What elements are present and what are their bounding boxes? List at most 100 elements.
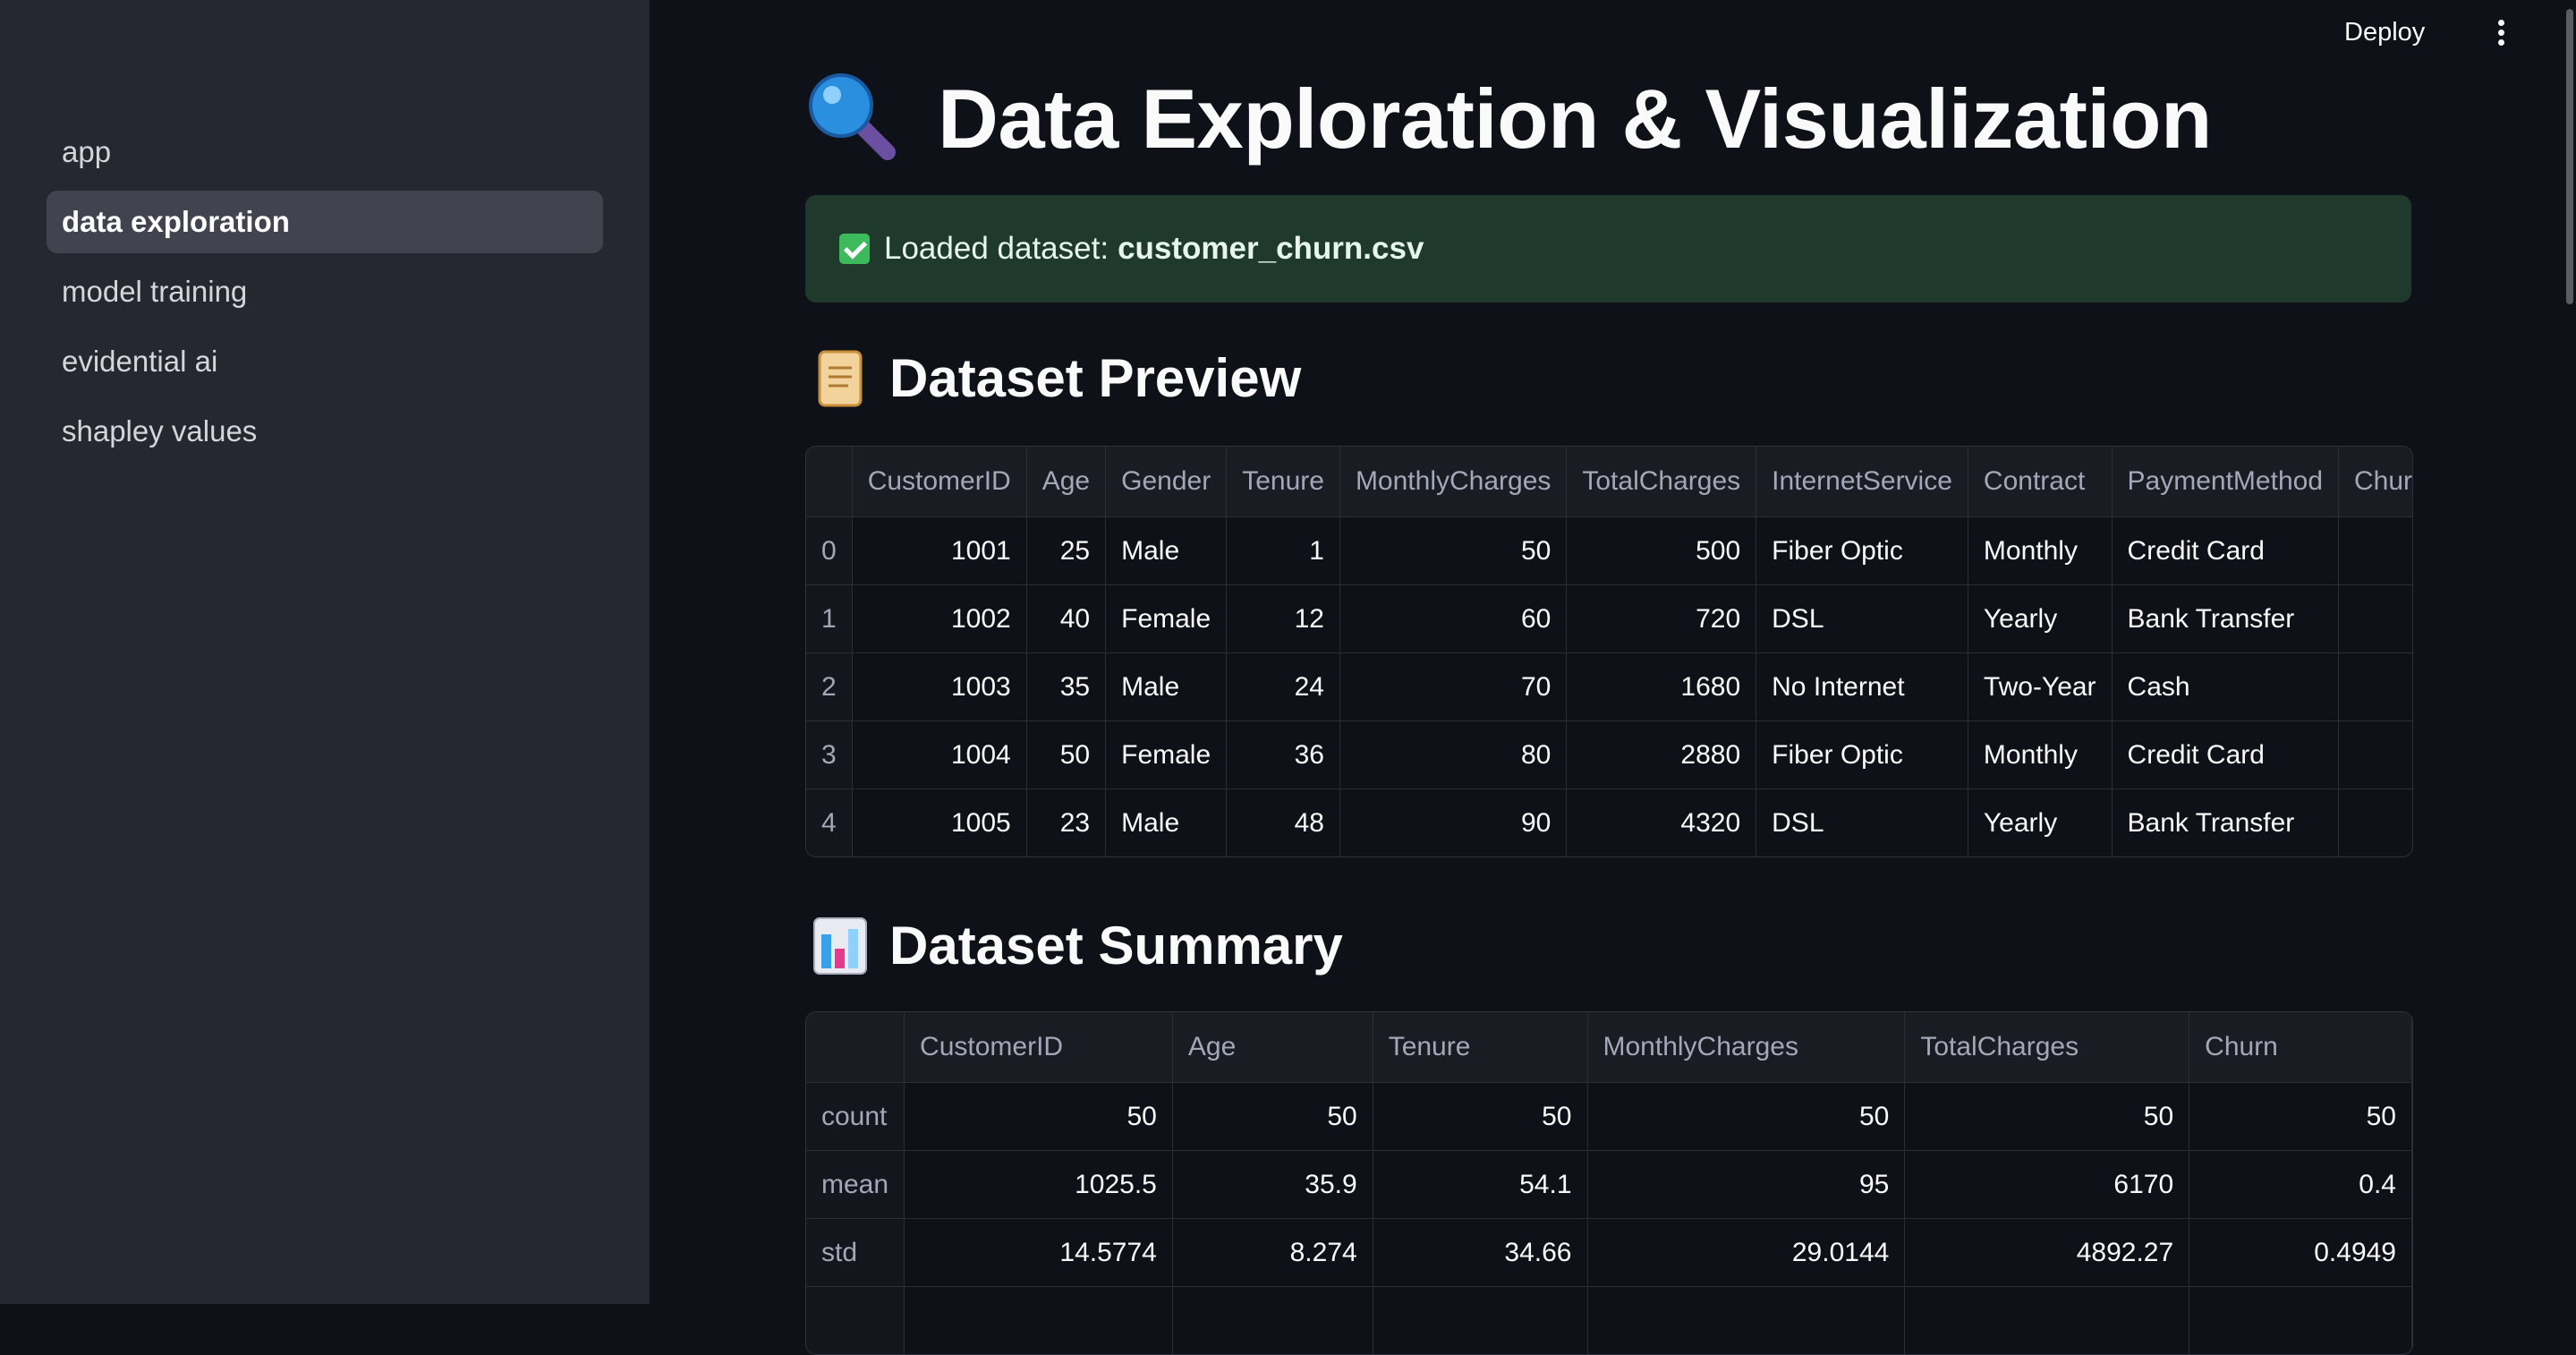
table-cell[interactable]: 2880 (1566, 720, 1757, 789)
table-cell[interactable] (1587, 1286, 1906, 1354)
table-cell[interactable]: 50 (1904, 1082, 2190, 1151)
column-header[interactable]: MonthlyCharges (1587, 1012, 1906, 1083)
sidebar-item-model-training[interactable]: model training (47, 260, 603, 323)
table-cell[interactable] (2189, 1286, 2412, 1354)
table-cell[interactable]: 40 (1026, 584, 1107, 653)
column-header[interactable]: Churn (2189, 1012, 2412, 1083)
table-cell[interactable]: Cash (2112, 652, 2340, 721)
table-cell[interactable]: 1004 (852, 720, 1027, 789)
table-cell[interactable]: 23 (1026, 788, 1107, 856)
table-cell[interactable] (1172, 1286, 1373, 1354)
summary-table[interactable]: CustomerID Age Tenure MonthlyCharges Tot… (805, 1011, 2413, 1355)
column-header[interactable] (806, 1012, 905, 1083)
table-cell[interactable]: 6170 (1904, 1150, 2190, 1219)
sidebar-item-evidential-ai[interactable]: evidential ai (47, 330, 603, 393)
table-cell[interactable]: 0.4949 (2189, 1218, 2412, 1287)
table-cell[interactable]: 4892.27 (1904, 1218, 2190, 1287)
table-cell[interactable]: 50 (1339, 516, 1568, 585)
sidebar-item-data-exploration[interactable]: data exploration (47, 191, 603, 253)
table-cell[interactable]: 1 (1226, 516, 1340, 585)
table-cell[interactable]: Credit Card (2112, 516, 2340, 585)
table-cell[interactable]: Credit Card (2112, 720, 2340, 789)
table-cell[interactable]: DSL (1756, 788, 1968, 856)
table-cell[interactable]: 29.0144 (1587, 1218, 1906, 1287)
table-cell[interactable]: Monthly (1968, 720, 2113, 789)
table-cell[interactable]: 80 (1339, 720, 1568, 789)
table-cell[interactable]: 50 (904, 1082, 1173, 1151)
column-header[interactable]: MonthlyCharges (1339, 447, 1568, 517)
table-cell[interactable]: 8.274 (1172, 1218, 1373, 1287)
table-cell[interactable]: Female (1105, 584, 1228, 653)
column-header[interactable]: PaymentMethod (2112, 447, 2340, 517)
table-cell[interactable] (904, 1286, 1173, 1354)
kebab-menu-icon[interactable] (2487, 14, 2514, 50)
table-cell[interactable]: 35 (1026, 652, 1107, 721)
table-cell[interactable]: 70 (1339, 652, 1568, 721)
table-cell[interactable]: 1025.5 (904, 1150, 1173, 1219)
table-cell[interactable]: 1002 (852, 584, 1027, 653)
table-cell[interactable]: Yearly (1968, 788, 2113, 856)
table-cell[interactable]: 50 (1373, 1082, 1588, 1151)
table-cell[interactable]: 50 (1026, 720, 1107, 789)
table-cell[interactable]: Female (1105, 720, 1228, 789)
table-cell[interactable]: 25 (1026, 516, 1107, 585)
table-cell[interactable]: Male (1105, 652, 1228, 721)
table-cell[interactable]: 1003 (852, 652, 1027, 721)
table-cell[interactable]: 54.1 (1373, 1150, 1588, 1219)
scrollbar[interactable] (2566, 9, 2573, 304)
table-cell[interactable]: 34.66 (1373, 1218, 1588, 1287)
deploy-button[interactable]: Deploy (2344, 14, 2425, 50)
table-cell[interactable] (1904, 1286, 2190, 1354)
column-header[interactable]: TotalCharges (1904, 1012, 2190, 1083)
table-cell[interactable]: 4320 (1566, 788, 1757, 856)
table-cell[interactable]: 0.4 (2189, 1150, 2412, 1219)
table-cell[interactable]: 50 (1172, 1082, 1373, 1151)
table-cell[interactable]: 12 (1226, 584, 1340, 653)
table-cell[interactable]: Fiber Optic (1756, 516, 1968, 585)
table-cell[interactable] (2338, 652, 2412, 721)
column-header[interactable]: CustomerID (852, 447, 1027, 517)
table-cell[interactable]: 720 (1566, 584, 1757, 653)
sidebar-item-shapley-values[interactable]: shapley values (47, 400, 603, 463)
table-cell[interactable]: 60 (1339, 584, 1568, 653)
table-cell[interactable]: Male (1105, 788, 1228, 856)
table-cell[interactable]: 48 (1226, 788, 1340, 856)
table-cell[interactable]: 24 (1226, 652, 1340, 721)
table-cell[interactable]: Two-Year (1968, 652, 2113, 721)
table-cell[interactable]: No Internet (1756, 652, 1968, 721)
table-cell[interactable] (1373, 1286, 1588, 1354)
table-cell[interactable]: 50 (2189, 1082, 2412, 1151)
table-cell[interactable]: Bank Transfer (2112, 788, 2340, 856)
table-cell[interactable]: Fiber Optic (1756, 720, 1968, 789)
table-cell[interactable] (2338, 788, 2412, 856)
column-header[interactable]: Age (1026, 447, 1107, 517)
table-cell[interactable]: 1680 (1566, 652, 1757, 721)
table-cell[interactable]: 1005 (852, 788, 1027, 856)
column-header[interactable]: Tenure (1373, 1012, 1588, 1083)
column-header[interactable]: CustomerID (904, 1012, 1173, 1083)
preview-table[interactable]: CustomerID Age Gender Tenure MonthlyChar… (805, 446, 2413, 857)
table-cell[interactable] (2338, 516, 2412, 585)
table-cell[interactable]: 36 (1226, 720, 1340, 789)
table-cell[interactable]: 1001 (852, 516, 1027, 585)
column-header[interactable]: Age (1172, 1012, 1373, 1083)
table-cell[interactable]: DSL (1756, 584, 1968, 653)
column-header[interactable]: Tenure (1226, 447, 1340, 517)
column-header[interactable]: TotalCharges (1566, 447, 1757, 517)
column-header[interactable]: Gender (1105, 447, 1228, 517)
table-cell[interactable]: 35.9 (1172, 1150, 1373, 1219)
table-cell[interactable] (2338, 720, 2412, 789)
column-header[interactable]: InternetService (1756, 447, 1968, 517)
table-cell[interactable]: Bank Transfer (2112, 584, 2340, 653)
column-header[interactable]: Chur (2338, 447, 2412, 517)
column-header[interactable] (806, 447, 853, 517)
sidebar-item-app[interactable]: app (47, 121, 603, 183)
table-cell[interactable]: Monthly (1968, 516, 2113, 585)
table-cell[interactable]: 14.5774 (904, 1218, 1173, 1287)
table-cell[interactable]: 90 (1339, 788, 1568, 856)
table-cell[interactable]: Male (1105, 516, 1228, 585)
table-cell[interactable]: 500 (1566, 516, 1757, 585)
column-header[interactable]: Contract (1968, 447, 2113, 517)
table-cell[interactable] (2338, 584, 2412, 653)
table-cell[interactable]: 50 (1587, 1082, 1906, 1151)
